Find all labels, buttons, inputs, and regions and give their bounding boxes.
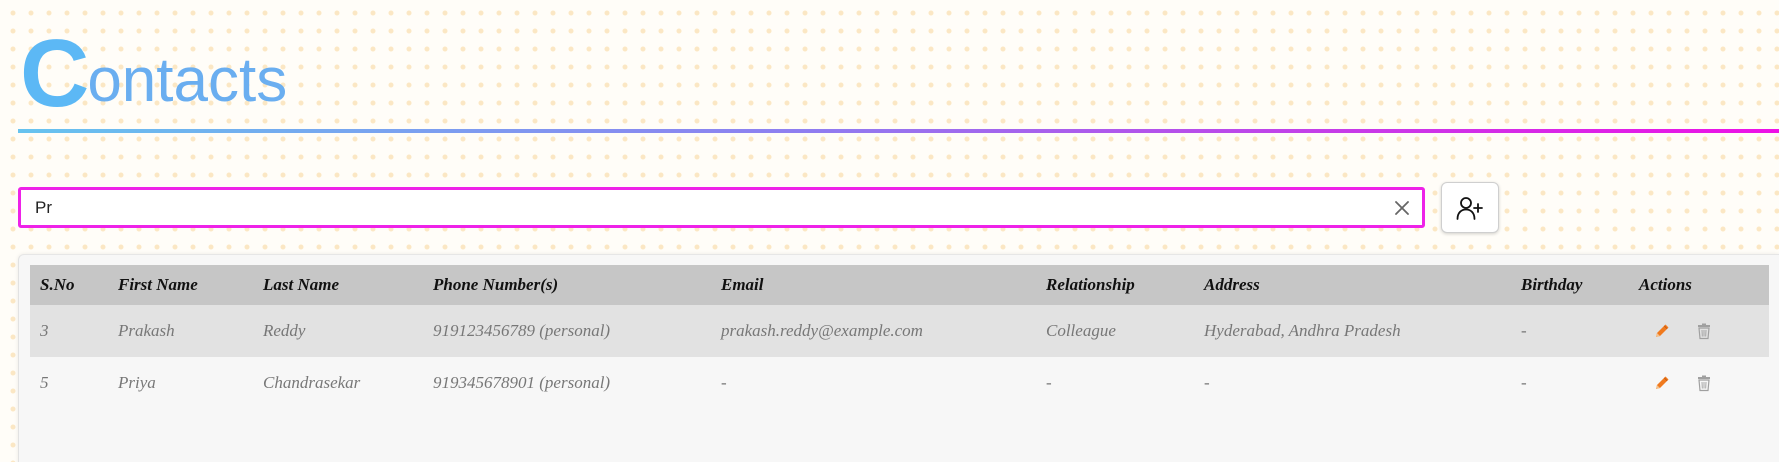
column-header-first-name[interactable]: First Name [108, 265, 253, 305]
page-title: Contacts [20, 18, 288, 127]
table-header-row: S.No First Name Last Name Phone Number(s… [30, 265, 1769, 305]
add-user-icon [1456, 196, 1483, 220]
column-header-sno[interactable]: S.No [30, 265, 108, 305]
column-header-address[interactable]: Address [1194, 265, 1511, 305]
cell-address: Hyderabad, Andhra Pradesh [1204, 321, 1401, 340]
trash-icon [1698, 375, 1710, 392]
search-input[interactable] [21, 190, 1382, 225]
cell-birthday: - [1521, 321, 1527, 340]
trash-icon [1698, 323, 1710, 340]
cell-phone: 919345678901 (personal) [433, 373, 611, 392]
column-header-relationship[interactable]: Relationship [1036, 265, 1194, 305]
column-header-email[interactable]: Email [711, 265, 1036, 305]
table-row: 5 Priya Chandrasekar 919345678901 (perso… [30, 357, 1769, 409]
cell-first-name: Prakash [118, 321, 175, 340]
contacts-table: S.No First Name Last Name Phone Number(s… [30, 265, 1769, 409]
contacts-table-card: S.No First Name Last Name Phone Number(s… [18, 254, 1779, 462]
edit-contact-button[interactable] [1651, 320, 1673, 342]
cell-birthday: - [1521, 373, 1527, 392]
cell-email: prakash.reddy@example.com [721, 321, 923, 340]
cell-relationship: Colleague [1046, 321, 1116, 340]
pencil-icon [1656, 376, 1669, 389]
cell-last-name: Reddy [263, 321, 306, 340]
column-header-birthday[interactable]: Birthday [1511, 265, 1629, 305]
table-row: 3 Prakash Reddy 919123456789 (personal) … [30, 305, 1769, 357]
cell-sno: 3 [40, 321, 49, 340]
cell-actions [1629, 357, 1769, 409]
delete-contact-button[interactable] [1693, 320, 1715, 342]
page-title-initial: C [20, 20, 90, 127]
cell-last-name: Chandrasekar [263, 373, 361, 392]
search-box [18, 187, 1425, 228]
cell-phone: 919123456789 (personal) [433, 321, 611, 340]
cell-sno: 5 [40, 373, 49, 392]
delete-contact-button[interactable] [1693, 372, 1715, 394]
column-header-actions: Actions [1639, 275, 1692, 294]
column-header-last-name[interactable]: Last Name [253, 265, 423, 305]
edit-contact-button[interactable] [1651, 372, 1673, 394]
page-title-rest: ontacts [87, 46, 288, 115]
column-header-phone[interactable]: Phone Number(s) [423, 265, 711, 305]
add-contact-button[interactable] [1441, 182, 1499, 233]
title-divider [18, 129, 1779, 133]
cell-actions [1629, 305, 1769, 357]
cell-relationship: - [1046, 373, 1052, 392]
close-icon [1395, 200, 1409, 215]
pencil-icon [1656, 324, 1669, 337]
cell-first-name: Priya [118, 373, 156, 392]
cell-address: - [1204, 373, 1210, 392]
cell-email: - [721, 373, 727, 392]
clear-search-button[interactable] [1382, 190, 1422, 225]
